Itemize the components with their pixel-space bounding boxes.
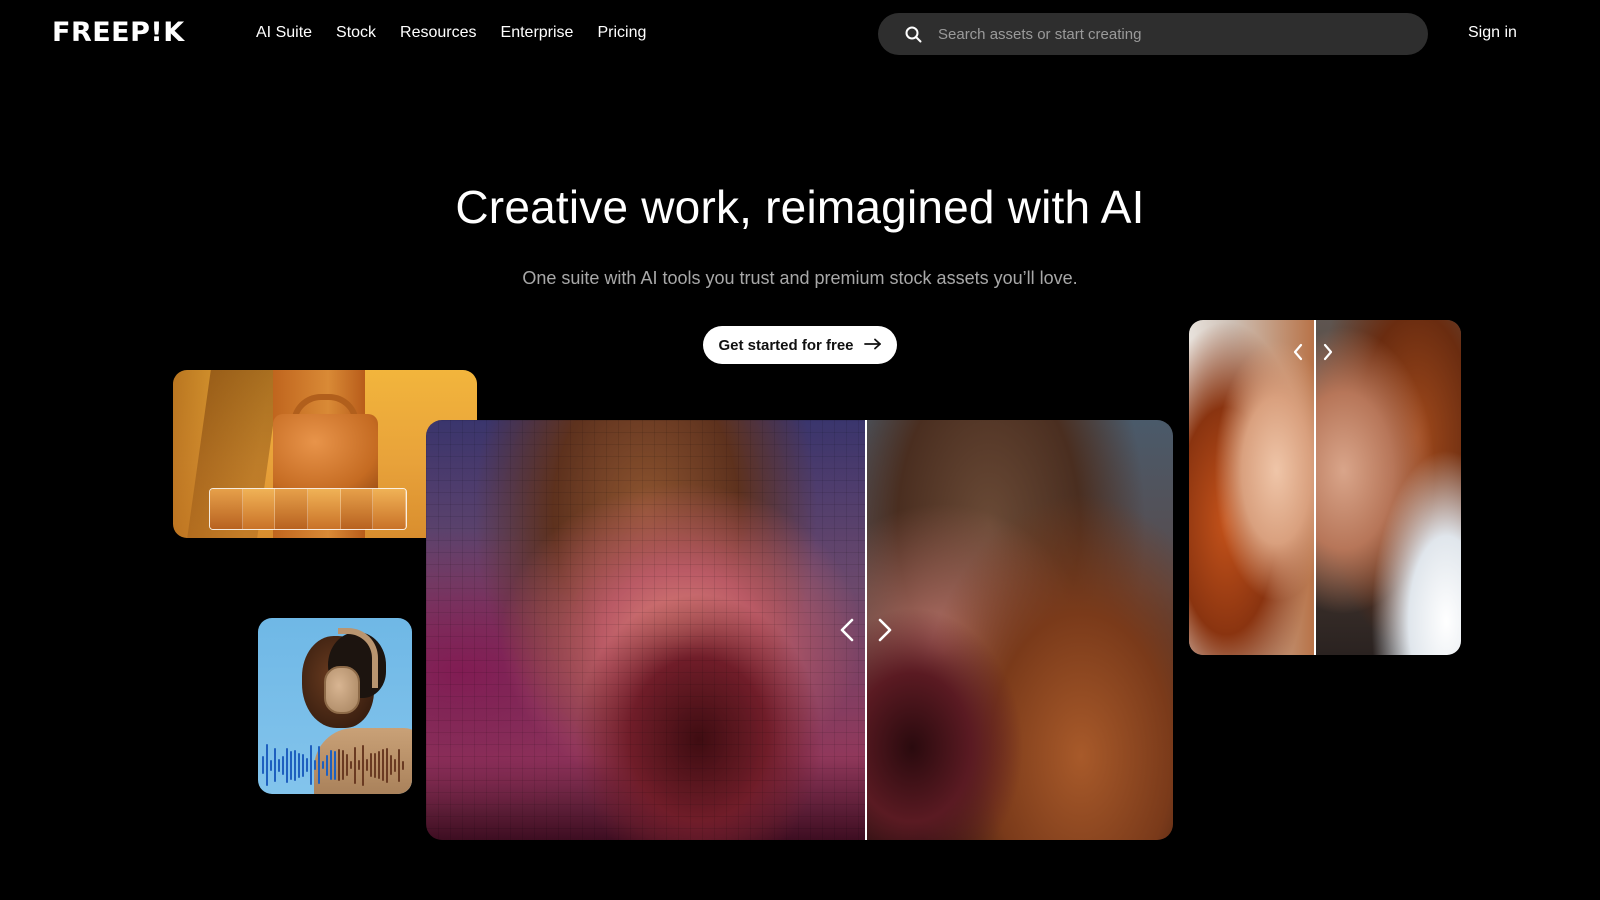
waveform-bar xyxy=(298,752,300,778)
hero-subtitle: One suite with AI tools you trust and pr… xyxy=(522,268,1078,288)
waveform-bar xyxy=(290,750,292,780)
nav-item-ai-suite[interactable]: AI Suite xyxy=(256,22,312,44)
waveform-bar xyxy=(382,749,384,781)
comparison-slider-handle[interactable] xyxy=(865,420,867,840)
chevron-left-icon[interactable] xyxy=(1287,338,1309,366)
nav-item-pricing[interactable]: Pricing xyxy=(597,22,646,44)
portrait-comparison-card[interactable] xyxy=(1189,320,1461,655)
logo-text: FREEP!K xyxy=(52,17,185,48)
freepik-logo[interactable]: FREEP!K xyxy=(52,18,185,48)
waveform-bar xyxy=(310,745,312,785)
waveform-bar xyxy=(350,761,352,769)
variation-thumbnail[interactable] xyxy=(210,489,243,529)
variation-thumbnail[interactable] xyxy=(373,489,406,529)
variation-thumbnail-strip[interactable] xyxy=(209,488,407,530)
after-portrait-image xyxy=(1314,320,1461,655)
audio-waveform xyxy=(262,742,408,788)
search-bar[interactable] xyxy=(878,13,1428,55)
comparison-slider-handle[interactable] xyxy=(1314,320,1316,655)
waveform-bar xyxy=(366,759,368,771)
main-nav: AI Suite Stock Resources Enterprise Pric… xyxy=(256,22,670,44)
get-started-button[interactable]: Get started for free xyxy=(703,326,897,364)
waveform-bar xyxy=(330,750,332,780)
headphones-audio-card xyxy=(258,618,412,794)
waveform-bar xyxy=(334,750,336,780)
waveform-bar xyxy=(338,749,340,781)
sign-in-link[interactable]: Sign in xyxy=(1468,24,1517,42)
waveform-bar xyxy=(326,754,328,776)
waveform-bar xyxy=(390,755,392,775)
after-image-sharp xyxy=(866,420,1173,840)
waveform-bar xyxy=(342,750,344,780)
waveform-bar xyxy=(302,753,304,777)
chevron-left-icon[interactable] xyxy=(836,616,858,644)
waveform-bar xyxy=(370,753,372,777)
hero-title: Creative work, reimagined with AI xyxy=(455,181,1145,233)
waveform-bar xyxy=(358,760,360,770)
waveform-bar xyxy=(398,748,400,782)
headphones-icon xyxy=(324,666,360,714)
upscale-comparison-card[interactable] xyxy=(426,420,1173,840)
waveform-bar xyxy=(346,754,348,776)
waveform-bar xyxy=(278,758,280,772)
variation-thumbnail[interactable] xyxy=(340,489,374,529)
get-started-label: Get started for free xyxy=(718,336,854,354)
waveform-bar xyxy=(318,746,320,784)
chevron-right-icon[interactable] xyxy=(874,616,896,644)
waveform-bar xyxy=(362,744,364,786)
waveform-bar xyxy=(314,760,316,770)
nav-item-stock[interactable]: Stock xyxy=(336,22,376,44)
nav-item-resources[interactable]: Resources xyxy=(400,22,476,44)
variation-thumbnail[interactable] xyxy=(308,489,341,529)
bag-image xyxy=(273,414,378,494)
waveform-bar xyxy=(262,756,264,774)
waveform-bar xyxy=(282,755,284,775)
search-icon xyxy=(904,25,922,43)
variation-thumbnail[interactable] xyxy=(242,489,276,529)
waveform-bar xyxy=(266,744,268,786)
before-portrait-image xyxy=(1189,320,1314,655)
waveform-bar xyxy=(322,761,324,769)
waveform-bar xyxy=(378,751,380,779)
waveform-bar xyxy=(354,746,356,784)
arrow-right-icon xyxy=(863,337,882,354)
waveform-bar xyxy=(374,752,376,778)
before-image-pixelated xyxy=(426,420,866,840)
waveform-bar xyxy=(394,758,396,772)
waveform-bar xyxy=(294,749,296,781)
waveform-bar xyxy=(286,747,288,783)
chevron-right-icon[interactable] xyxy=(1317,338,1339,366)
waveform-bar xyxy=(386,747,388,783)
variation-thumbnail[interactable] xyxy=(275,489,309,529)
waveform-bar xyxy=(306,758,308,772)
top-navigation: FREEP!K AI Suite Stock Resources Enterpr… xyxy=(0,0,1600,68)
search-input[interactable] xyxy=(936,24,1396,44)
waveform-bar xyxy=(274,748,276,782)
waveform-bar xyxy=(270,759,272,771)
waveform-bar xyxy=(402,760,404,770)
nav-item-enterprise[interactable]: Enterprise xyxy=(501,22,574,44)
